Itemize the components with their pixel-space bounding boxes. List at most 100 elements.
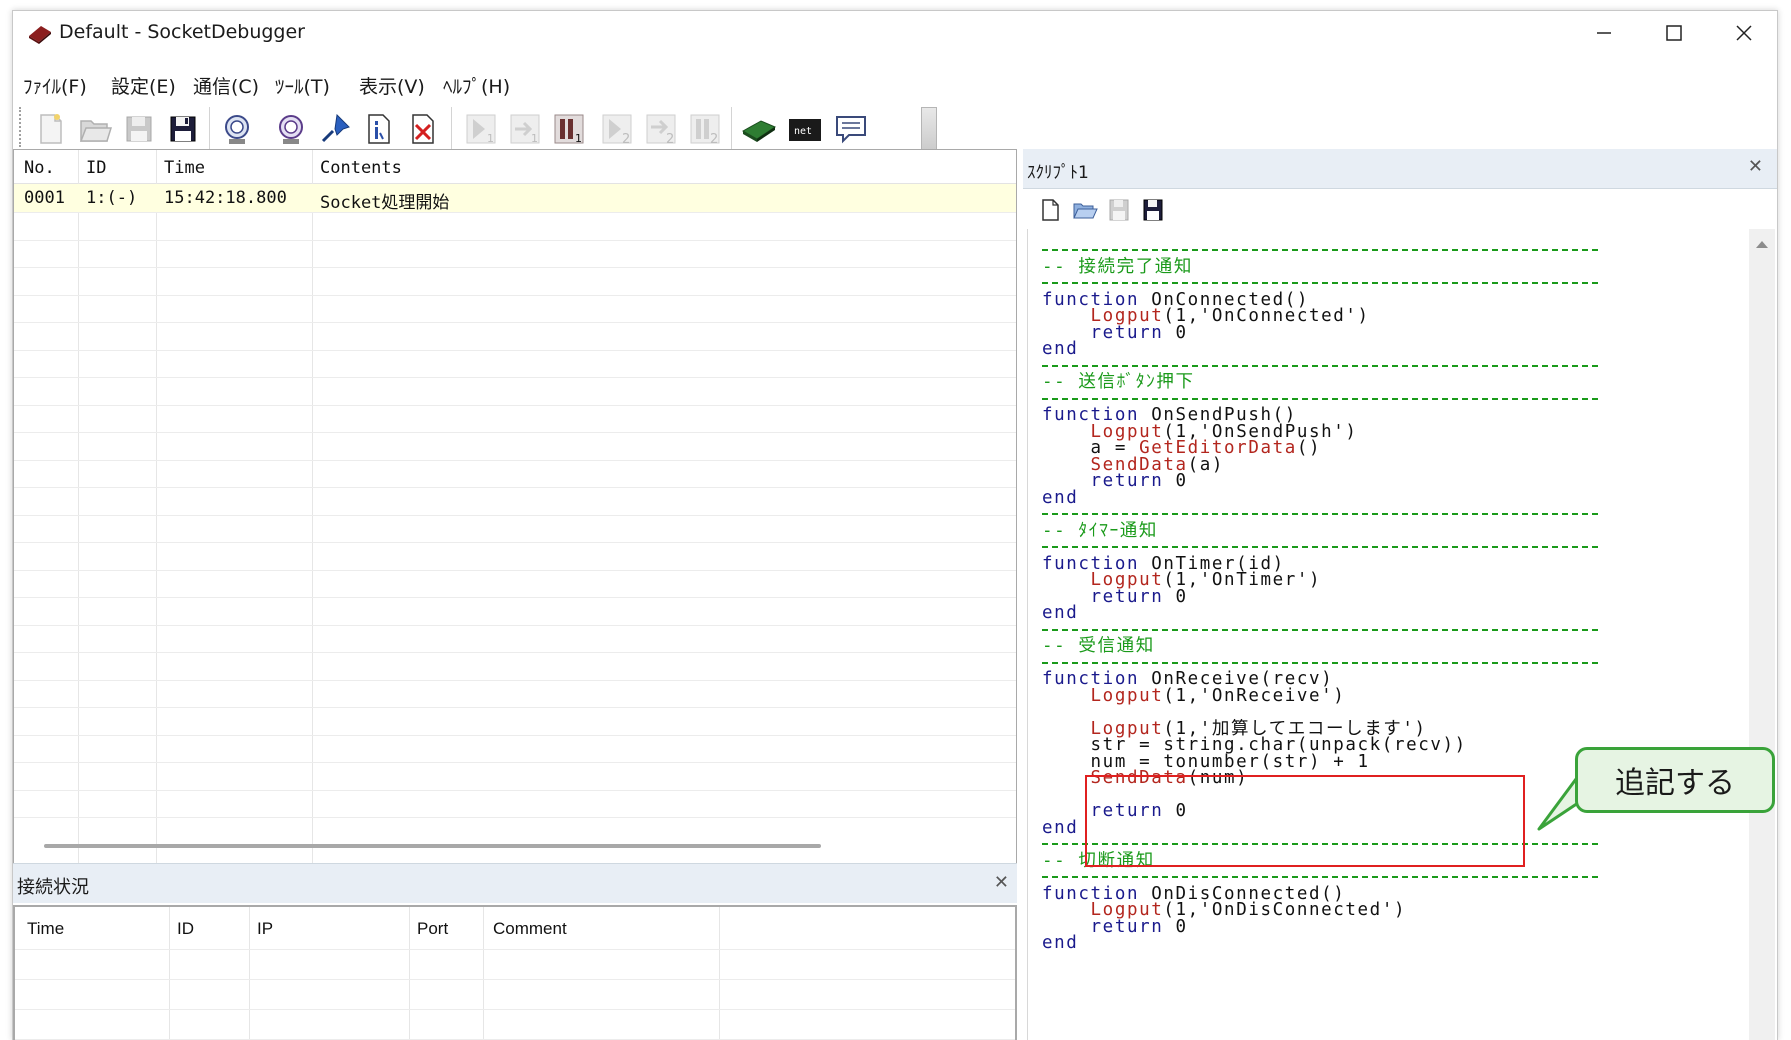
col-header-id[interactable]: ID — [177, 919, 194, 939]
comment-separator — [1042, 876, 1598, 878]
menu-file[interactable]: ﾌｧｲﾙ(F) — [23, 72, 87, 99]
info-button[interactable] — [359, 109, 399, 149]
new-button[interactable] — [31, 109, 71, 149]
col-header-no[interactable]: No. — [24, 158, 55, 178]
row-divider — [14, 432, 1016, 433]
code-line: end — [1042, 488, 1078, 508]
connect-settings-button[interactable] — [271, 109, 311, 149]
col-header-ip[interactable]: IP — [257, 919, 273, 939]
comment-separator — [1042, 397, 1598, 400]
row-divider — [14, 789, 1016, 791]
row-divider — [15, 979, 1015, 980]
toolbar-grip[interactable] — [19, 107, 22, 147]
script-editor[interactable]: -- 接続完了通知 function OnConnected() Logput(1… — [1027, 229, 1761, 1040]
network-button[interactable]: net — [785, 109, 825, 149]
code-keyword: return — [1090, 322, 1164, 343]
toolbar-overflow-button[interactable] — [921, 107, 937, 155]
code-keyword: return — [1090, 471, 1164, 491]
send1-icon: 1 — [466, 114, 496, 145]
menu-tools[interactable]: ﾂｰﾙ(T) — [275, 72, 330, 99]
cell-contents: Socket処理開始 — [320, 193, 450, 213]
stop1-button[interactable]: 1 — [549, 109, 589, 149]
script-save-as-button[interactable] — [1139, 197, 1167, 223]
terminal-button[interactable] — [739, 109, 779, 149]
script-toolbar — [1023, 191, 1777, 227]
connection-panel-close-icon[interactable]: ✕ — [994, 872, 1009, 893]
col-header-time[interactable]: Time — [164, 158, 205, 178]
info-icon — [368, 114, 390, 144]
save-button[interactable] — [119, 109, 159, 149]
col-header-comment[interactable]: Comment — [493, 919, 567, 939]
code-keyword: end — [1042, 339, 1079, 359]
stop2-button[interactable]: 2 — [685, 109, 725, 149]
connection-table: Time ID IP Port Comment — [13, 905, 1017, 1040]
menu-comm[interactable]: 通信(C) — [193, 72, 259, 99]
save-as-button[interactable] — [163, 109, 203, 149]
app-logo-icon — [29, 26, 51, 44]
pin-button[interactable] — [315, 109, 355, 149]
col-header-contents[interactable]: Contents — [320, 158, 402, 178]
script-new-button[interactable] — [1037, 197, 1065, 223]
send2-repeat-button[interactable]: 2 — [641, 109, 681, 149]
row-divider — [14, 404, 1016, 406]
stop1-icon: 1 — [554, 114, 584, 145]
send2-button[interactable]: 2 — [597, 109, 637, 149]
row-divider — [14, 679, 1016, 681]
code-text: (1,'OnConnected') — [1163, 306, 1370, 326]
row-divider — [14, 707, 1016, 708]
send1-repeat-icon: 1 — [510, 114, 540, 145]
row-divider — [14, 349, 1016, 351]
script-panel-close-icon[interactable]: ✕ — [1748, 156, 1763, 177]
script-open-button[interactable] — [1071, 197, 1099, 223]
toolbar-separator — [451, 107, 453, 149]
log-list: No. ID Time Contents 0001 1:(-) 15:42:18… — [13, 149, 1017, 865]
code-text: 0 — [1163, 916, 1188, 937]
code-keyword: end — [1042, 933, 1079, 953]
column-divider — [719, 907, 720, 1040]
vertical-scrollbar[interactable] — [1749, 229, 1775, 1040]
menu-help[interactable]: ﾍﾙﾌﾟ(H) — [443, 72, 510, 99]
minimize-button[interactable] — [1569, 11, 1639, 55]
row-divider — [14, 267, 1016, 268]
log-header: No. ID Time Contents — [14, 150, 1016, 184]
clear-button[interactable] — [403, 109, 443, 149]
message-button[interactable] — [831, 109, 871, 149]
col-header-id[interactable]: ID — [86, 158, 106, 178]
menu-settings[interactable]: 設定(E) — [111, 72, 176, 99]
menu-view[interactable]: 表示(V) — [359, 72, 425, 99]
pin-icon — [321, 113, 350, 143]
save-icon — [126, 116, 152, 142]
code-keyword: return — [1090, 586, 1164, 607]
open-button[interactable] — [75, 109, 115, 149]
send1-button[interactable]: 1 — [461, 109, 501, 149]
annotation-callout: 追記する — [1575, 747, 1775, 813]
open-icon — [79, 120, 113, 142]
script-save-button[interactable] — [1105, 197, 1133, 223]
added-code-highlight — [1085, 775, 1525, 867]
script-open-icon — [1073, 203, 1098, 219]
table-row[interactable]: 0001 1:(-) 15:42:18.800 Socket処理開始 — [14, 184, 1016, 213]
window-title: Default - SocketDebugger — [59, 21, 305, 43]
connect-button[interactable] — [217, 109, 257, 149]
script-save-icon — [1109, 199, 1129, 221]
svg-text:1: 1 — [531, 132, 538, 145]
col-header-time[interactable]: Time — [27, 919, 64, 939]
svg-text:2: 2 — [666, 132, 674, 147]
row-divider — [14, 817, 1016, 818]
scroll-up-icon[interactable] — [1756, 241, 1768, 248]
horizontal-scrollbar[interactable] — [44, 844, 821, 848]
row-divider — [14, 239, 1016, 241]
comment-separator — [1042, 513, 1598, 515]
close-button[interactable] — [1709, 11, 1777, 55]
cell-id: 1:(-) — [86, 188, 138, 208]
col-header-port[interactable]: Port — [417, 919, 448, 939]
maximize-button[interactable] — [1639, 11, 1709, 55]
code-text: 0 — [1163, 322, 1188, 343]
row-divider — [14, 569, 1016, 571]
send1-repeat-button[interactable]: 1 — [505, 109, 545, 149]
row-divider — [14, 322, 1016, 323]
maximize-icon — [1666, 25, 1682, 41]
title-bar: Default - SocketDebugger — [13, 11, 1777, 55]
script-new-icon — [1042, 199, 1059, 221]
column-divider — [249, 907, 250, 1040]
